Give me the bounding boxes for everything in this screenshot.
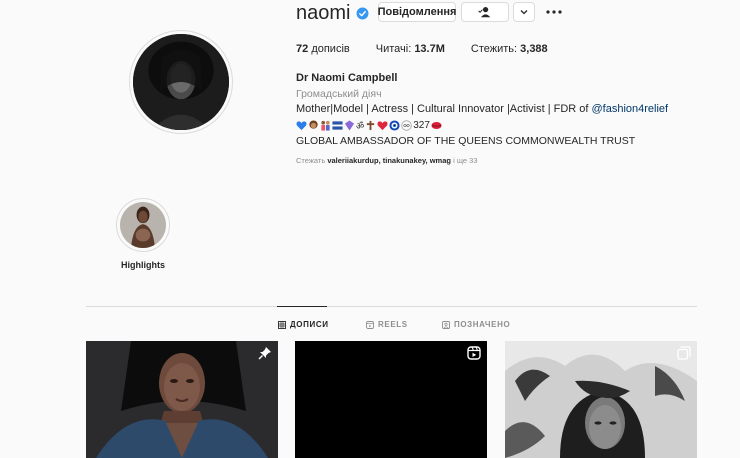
tabs-divider [86,306,697,307]
message-button-label: Повідомлення [377,6,457,18]
reels-icon [366,320,374,329]
highlight-label[interactable]: Highlights [116,260,170,270]
bio-line-1-text: Mother|Model | Actress | Cultural Innova… [296,103,592,115]
tab-tagged-label: ПОЗНАЧЕНО [454,320,511,329]
tab-reels[interactable]: REELS [366,320,408,329]
highlight-image [120,202,166,248]
suggested-accounts-button[interactable] [513,2,535,22]
om-symbol-icon: ॐ [356,121,365,131]
red-heart-icon [377,121,388,131]
followers-stat[interactable]: Читачі: 13.7M [376,43,445,55]
profile-username: naomi [296,2,351,24]
gem-icon [344,120,355,131]
women-holding-hands-icon [321,120,330,131]
flag-icon [332,121,343,130]
pin-icon [258,347,271,360]
followed-by-users: valeriiakurdup, tinakunakey, wmag [327,156,451,165]
options-button[interactable] [546,4,562,20]
tab-reels-label: REELS [378,320,408,329]
message-button[interactable]: Повідомлення [378,2,456,22]
followers-label: Читачі: [375,43,412,55]
tab-tagged[interactable]: ПОЗНАЧЕНО [442,320,510,329]
following-stat[interactable]: Стежить: 3,388 [471,43,548,55]
following-count: 3,388 [520,43,548,55]
bio-emoji-count: 327 [413,120,430,131]
carousel-icon [677,346,691,360]
posts-count: 72 [296,43,309,55]
following-button[interactable] [461,2,509,22]
cross-icon [367,120,375,131]
verified-badge-icon [357,7,369,20]
chevron-down-icon [520,10,528,15]
grid-icon [278,320,286,329]
followers-count: 13.7M [414,43,445,55]
blue-heart-icon [296,121,307,131]
infinity-icon [401,120,412,131]
bio-line-3: GLOBAL AMBASSADOR OF THE QUEENS COMMONWE… [296,135,636,147]
post-thumbnail[interactable] [295,341,487,458]
woman-icon [309,120,318,129]
followed-by-line[interactable]: Стежать valeriiakurdup, tinakunakey, wma… [296,156,478,165]
person-check-icon [478,7,491,18]
nazar-amulet-icon [389,120,400,131]
kiss-mark-icon [431,122,442,129]
active-tab-indicator [277,306,327,307]
profile-username-row: naomi [296,2,369,25]
bio-emoji-line: ॐ 327 [296,119,442,132]
bio-mention-link[interactable]: @fashion4relief [592,103,669,115]
profile-avatar[interactable] [129,30,233,134]
tab-posts[interactable]: ДОПИСИ [278,320,329,329]
highlight-item[interactable] [116,198,170,252]
profile-stats: 72 дописів Читачі: 13.7M Стежить: 3,388 [296,43,548,55]
followed-by-prefix: Стежать [296,156,326,165]
ellipsis-icon [546,10,562,14]
avatar-image [133,34,229,130]
profile-full-name: Dr Naomi Campbell [296,72,398,84]
followed-by-suffix: і ще 33 [453,156,478,165]
bio-line-1: Mother|Model | Actress | Cultural Innova… [296,103,668,115]
post-thumbnail[interactable] [505,341,697,458]
posts-stat: 72 дописів [296,43,350,55]
posts-label: дописів [311,43,350,55]
tab-posts-label: ДОПИСИ [290,320,329,329]
profile-category: Громадський діяч [296,88,382,100]
tagged-icon [442,320,450,329]
following-label: Стежить: [470,43,518,55]
post-thumbnail[interactable] [86,341,278,458]
reels-icon [467,346,481,360]
